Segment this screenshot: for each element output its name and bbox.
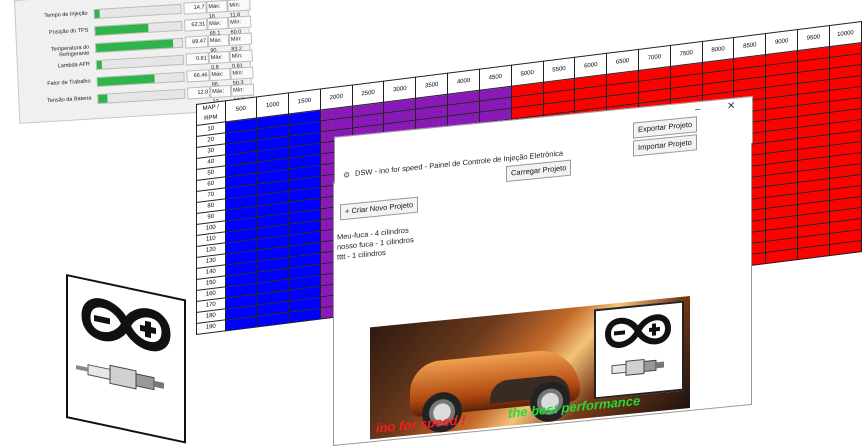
sensor-bar-fill [96, 39, 173, 53]
sensor-min: Mín: 60.0 [227, 15, 252, 36]
sensor-bar-fill [97, 74, 155, 87]
ve-map-header: 190 [196, 319, 226, 335]
sensor-bar-fill [96, 60, 103, 70]
sensor-min: Mín: 50.3 [230, 66, 254, 87]
infinity-plus-minus-icon [76, 298, 171, 391]
sensor-label: Tempo de Injeção [44, 10, 88, 20]
sensor-min: Mín: 11.8 [227, 0, 251, 19]
sensor-bar-fill [94, 9, 101, 19]
sensor-min: Mín: 0.81 [229, 49, 253, 70]
sensor-max: Máx: 0.8 [208, 50, 230, 71]
sensor-value: 89.47 [184, 35, 209, 49]
sensor-max: Máx: 65.1 [206, 16, 229, 37]
sensor-progress-bar [94, 37, 184, 54]
sensor-value: 12.8 [186, 86, 211, 100]
sensor-value: 0.81 [185, 52, 209, 66]
sensor-value: 66.46 [186, 69, 210, 83]
sensor-bar-fill [95, 23, 149, 36]
sensor-label: Fator de Trabalho [47, 78, 91, 88]
sensor-progress-bar [95, 54, 184, 71]
ve-cell[interactable] [225, 315, 257, 331]
sensor-value: 14.7 [183, 1, 207, 15]
project-list: Meu-fuca - 4 cilindros nosso fuca - 1 ci… [337, 225, 414, 263]
sensor-value: 62.31 [184, 18, 208, 32]
sensor-label: Lambda AFR [57, 61, 91, 70]
sensor-max: Máx: 66. [209, 67, 231, 88]
banner-logo [594, 300, 684, 400]
create-project-button[interactable]: + Criar Novo Projeto [340, 196, 419, 221]
sensor-max: Máx: 90. [207, 33, 230, 54]
spark-plug-icon [611, 358, 664, 376]
close-icon[interactable]: ✕ [727, 101, 735, 113]
sensor-min: Mín: 83.2 [228, 32, 253, 53]
spark-plug-icon [76, 364, 164, 391]
sensor-bar-fill [98, 94, 108, 104]
banner-slogan-red: ino for speed ! [376, 412, 466, 436]
sensor-max: Máx: 12. [209, 84, 232, 105]
sensor-max: Máx: 16. [206, 0, 228, 20]
import-project-button[interactable]: Importar Projeto [633, 134, 697, 157]
sensor-progress-bar [94, 20, 183, 37]
sensor-progress-bar [93, 3, 182, 20]
banner-image: ino for speed ! the best performance [370, 295, 690, 440]
sensor-progress-bar [96, 71, 185, 88]
minimize-icon[interactable]: – [695, 104, 701, 116]
sensor-min: Mín: 12.3 [230, 83, 255, 104]
app-icon: ⚙ [343, 170, 351, 181]
logo-card [66, 274, 186, 444]
infinity-plus-minus-icon [604, 314, 672, 376]
sensor-label: Tensão da Bateria [46, 95, 92, 105]
sensor-label: Posição do TPS [48, 27, 89, 36]
project-dialog: ✕ – ⚙ DSW - ino for speed - Painel de Co… [333, 95, 753, 446]
sensor-progress-bar [97, 88, 186, 105]
